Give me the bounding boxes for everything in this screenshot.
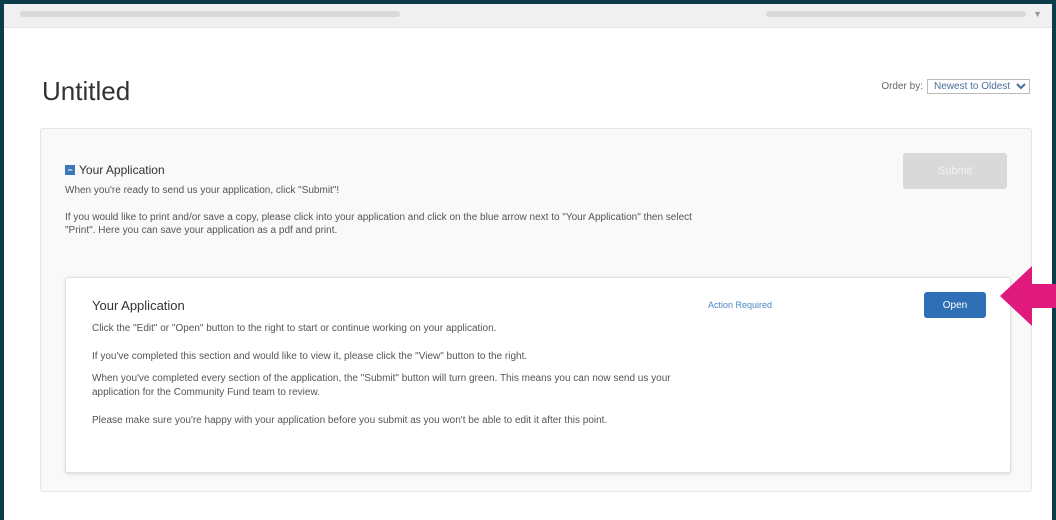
breadcrumb <box>20 11 400 17</box>
section-description: When you're ready to send us your applic… <box>65 185 340 196</box>
order-by-select[interactable]: Newest to Oldest <box>927 79 1030 94</box>
section-print-note: If you would like to print and/or save a… <box>65 212 692 236</box>
task-instruction: Click the "Edit" or "Open" button to the… <box>92 323 497 334</box>
task-instruction: When you've completed every section of t… <box>92 373 671 398</box>
task-card: Your Application Action Required Open Cl… <box>65 277 1011 473</box>
task-instruction: Please make sure you're happy with your … <box>92 415 608 426</box>
application-section: − Your Application When you're ready to … <box>40 128 1032 492</box>
status-badge[interactable]: Action Required <box>708 300 772 310</box>
task-title: Your Application <box>92 298 185 313</box>
section-heading: Your Application <box>79 163 165 177</box>
collapse-icon[interactable]: − <box>65 165 75 175</box>
order-by-label: Order by: <box>881 81 923 92</box>
user-menu[interactable] <box>766 11 1026 17</box>
arrow-left-icon <box>1000 266 1056 326</box>
open-button[interactable]: Open <box>924 292 986 318</box>
chevron-down-icon[interactable]: ▼ <box>1033 9 1042 19</box>
section-header[interactable]: − Your Application <box>65 163 165 177</box>
app-frame: ▼ Untitled Order by: Newest to Oldest − … <box>4 4 1052 520</box>
task-instruction: If you've completed this section and wou… <box>92 351 528 362</box>
top-bar: ▼ <box>4 4 1052 28</box>
page-title: Untitled <box>42 76 131 106</box>
submit-button[interactable]: Submit <box>903 153 1007 189</box>
order-by-control: Order by: Newest to Oldest <box>881 79 1030 94</box>
